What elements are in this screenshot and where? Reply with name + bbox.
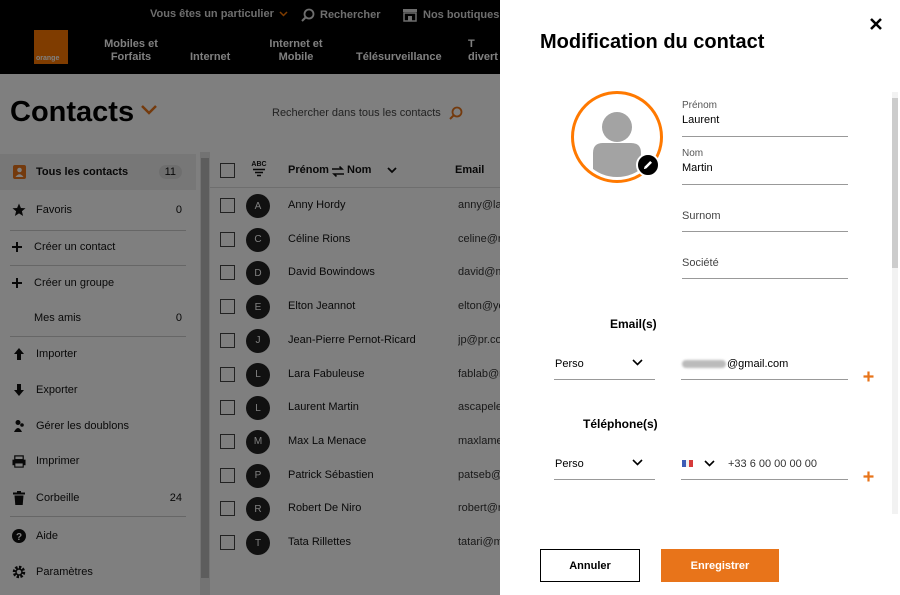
email-input[interactable]: @gmail.com <box>681 352 848 380</box>
prenom-input[interactable] <box>682 114 842 126</box>
societe-placeholder: Société <box>682 257 719 269</box>
email-value: @gmail.com <box>682 358 788 370</box>
email-domain: @gmail.com <box>727 358 789 370</box>
prenom-label: Prénom <box>682 100 718 111</box>
phone-type-value: Perso <box>555 458 584 470</box>
panel-title: Modification du contact <box>540 31 765 53</box>
france-flag-icon <box>682 460 694 467</box>
panel-scrollbar[interactable] <box>892 92 898 514</box>
email-type-select[interactable]: Perso <box>554 352 655 380</box>
emails-section-title: Email(s) <box>610 317 657 331</box>
modal-backdrop[interactable] <box>0 0 500 595</box>
plus-icon <box>863 371 874 382</box>
phone-value: +33 6 00 00 00 00 <box>728 458 817 470</box>
societe-field[interactable]: Société <box>682 248 848 279</box>
prenom-field[interactable]: Prénom <box>682 97 848 137</box>
pencil-icon <box>644 161 652 169</box>
phone-type-select[interactable]: Perso <box>554 452 655 480</box>
scroll-thumb[interactable] <box>892 98 898 268</box>
chevron-down-icon <box>632 459 643 466</box>
email-type-value: Perso <box>555 358 584 370</box>
nom-input[interactable] <box>682 162 842 174</box>
edit-contact-panel: Modification du contact Prénom Nom Surno… <box>500 0 900 595</box>
phone-input[interactable]: +33 6 00 00 00 00 <box>681 452 848 480</box>
cancel-button[interactable]: Annuler <box>540 549 640 582</box>
save-button[interactable]: Enregistrer <box>661 549 779 582</box>
nom-label: Nom <box>682 148 704 159</box>
close-icon[interactable] <box>868 16 884 32</box>
add-phone-button[interactable] <box>863 469 874 487</box>
edit-photo-button[interactable] <box>636 153 660 177</box>
plus-icon <box>863 471 874 482</box>
surnom-placeholder: Surnom <box>682 210 721 222</box>
phones-section-title: Téléphone(s) <box>583 417 658 431</box>
add-email-button[interactable] <box>863 369 874 387</box>
nom-field[interactable]: Nom <box>682 145 848 185</box>
blurred-email-local <box>682 360 726 369</box>
chevron-down-icon[interactable] <box>704 460 715 467</box>
chevron-down-icon <box>632 359 643 366</box>
surnom-field[interactable]: Surnom <box>682 201 848 232</box>
